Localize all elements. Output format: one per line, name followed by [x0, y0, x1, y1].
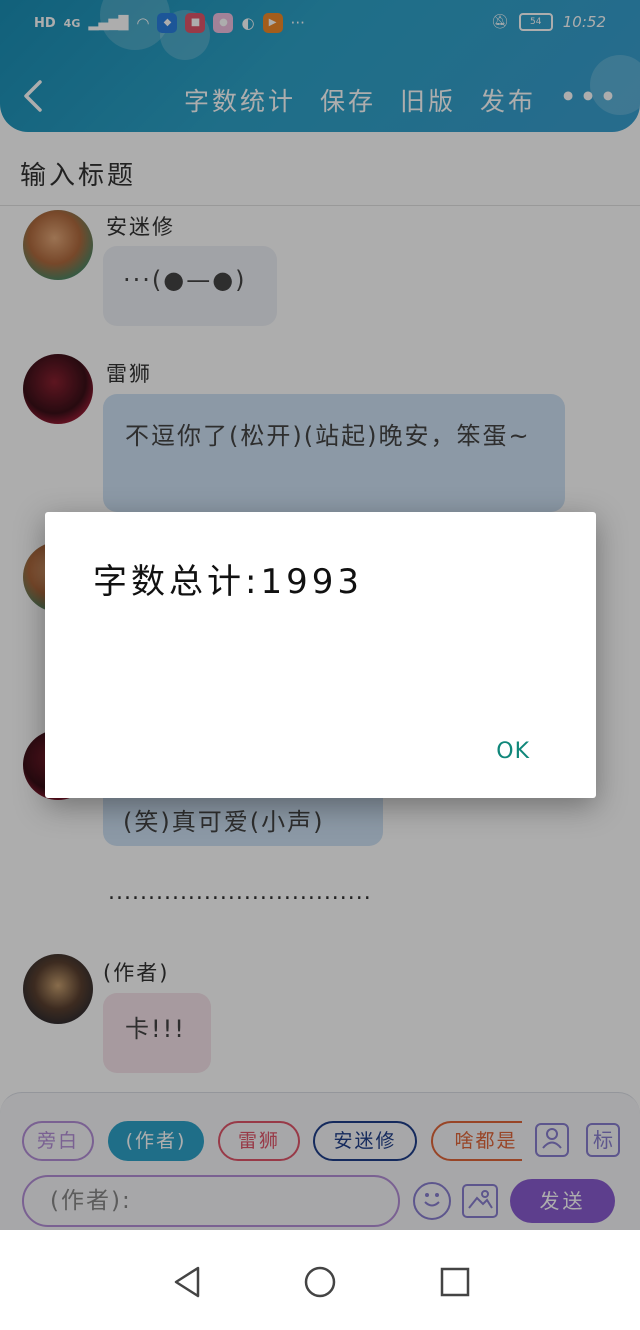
dialog-message: 字数总计:1993 — [93, 562, 363, 602]
ok-button[interactable]: OK — [496, 739, 530, 764]
recents-nav-icon[interactable] — [435, 1262, 475, 1302]
home-nav-icon[interactable] — [300, 1262, 340, 1302]
word-count-dialog: 字数总计:1993 OK — [45, 512, 596, 798]
back-nav-icon[interactable] — [168, 1262, 208, 1302]
system-nav-bar — [0, 1230, 640, 1330]
